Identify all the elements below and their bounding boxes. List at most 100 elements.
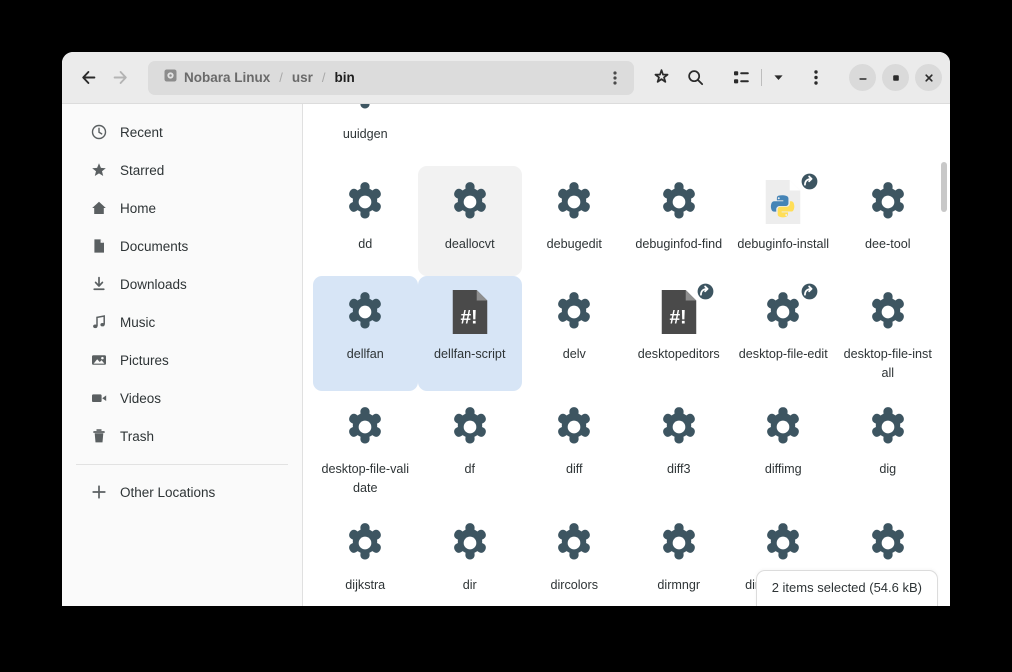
sidebar-item-label: Videos (120, 390, 162, 406)
sidebar-item-label: Pictures (120, 352, 169, 368)
close-button[interactable] (915, 64, 942, 91)
file-item-diff3[interactable]: diff3 (627, 391, 732, 506)
file-item-dee-tool[interactable]: dee-tool (836, 166, 941, 276)
breadcrumb-item-0[interactable]: Nobara Linux (158, 67, 276, 89)
back-button[interactable] (72, 62, 104, 94)
sidebar-item-label: Documents (120, 238, 189, 254)
gear-icon (558, 292, 591, 329)
file-icon (548, 104, 600, 118)
file-label: df (464, 462, 475, 477)
star-location-button[interactable] (644, 61, 678, 95)
home-icon (90, 200, 107, 217)
file-item-desktopeditors[interactable]: #! desktopeditors (627, 276, 732, 391)
gear-icon (453, 522, 486, 560)
file-item[interactable] (836, 104, 941, 166)
vertical-scrollbar[interactable] (941, 162, 947, 212)
sidebar-item-pictures[interactable]: Pictures (68, 341, 296, 379)
file-item-desktop-file-edit[interactable]: desktop-file-edit (731, 276, 836, 391)
file-label: dee-tool (864, 237, 911, 251)
file-icon (548, 286, 600, 338)
file-item-dellfan[interactable]: dellfan (313, 276, 418, 392)
main-menu-button[interactable] (799, 61, 833, 95)
file-icon (653, 176, 705, 228)
file-label: dd (358, 237, 373, 251)
sidebar-item-label: Starred (120, 162, 165, 178)
file-icon (862, 517, 914, 569)
breadcrumb-label: Nobara Linux (184, 70, 271, 85)
file-label: deallocvt (444, 237, 495, 251)
path-options-button[interactable] (602, 65, 628, 91)
file-icon (444, 176, 496, 228)
file-item-delv[interactable]: delv (522, 276, 627, 391)
file-item-dirmngr[interactable]: dirmngr (627, 507, 732, 606)
symlink-emblem (800, 172, 819, 191)
sidebar-item-label: Home (120, 200, 157, 216)
view-mode-button[interactable] (724, 61, 758, 95)
file-item[interactable] (627, 104, 732, 166)
sidebar-item-videos[interactable]: Videos (68, 379, 296, 417)
file-item-deallocvt[interactable]: deallocvt (417, 166, 522, 276)
file-item-debuginfo-install[interactable]: debuginfo-install (731, 166, 836, 276)
file-icon: #! (444, 286, 496, 338)
file-item-diff[interactable]: diff (522, 391, 627, 506)
file-label: desktop-file-install (843, 347, 932, 381)
maximize-icon (892, 74, 899, 81)
file-icon (444, 104, 496, 118)
file-item-df[interactable]: df (418, 391, 523, 506)
breadcrumb-label: usr (291, 70, 313, 85)
sidebar-item-downloads[interactable]: Downloads (68, 265, 296, 303)
gear-icon (349, 522, 382, 560)
file-item-dijkstra[interactable]: dijkstra (313, 507, 418, 606)
file-item[interactable] (522, 104, 627, 166)
forward-button[interactable] (104, 62, 136, 94)
file-item-dig[interactable]: dig (836, 391, 941, 506)
file-item[interactable] (731, 104, 836, 166)
sidebar-item-other-locations[interactable]: Other Locations (68, 473, 296, 511)
maximize-button[interactable] (882, 64, 909, 91)
sidebar-item-recent[interactable]: Recent (68, 113, 296, 151)
file-icon (339, 104, 391, 118)
python-icon (766, 179, 801, 225)
search-icon (687, 70, 703, 86)
file-label: dircolors (550, 577, 599, 592)
sidebar-item-trash[interactable]: Trash (68, 417, 296, 455)
file-item-debugedit[interactable]: debugedit (522, 166, 627, 276)
breadcrumb-item-2[interactable]: bin (329, 68, 361, 87)
file-label: dellfan-script (434, 347, 506, 361)
file-item-dellfan-script[interactable]: #! dellfan-script (417, 276, 522, 392)
file-item[interactable] (418, 104, 523, 166)
sidebar-item-music[interactable]: Music (68, 303, 296, 341)
file-item-diffimg[interactable]: diffimg (731, 391, 836, 506)
chevron-down-icon (773, 75, 783, 80)
file-icon (757, 104, 809, 118)
file-label: dirmngr (657, 577, 701, 592)
file-grid-area: uuidgen dd deallocvt debugedit debuginfo… (303, 104, 950, 606)
gear-icon (349, 182, 382, 219)
search-button[interactable] (678, 61, 712, 95)
view-mode-dropdown[interactable] (765, 61, 791, 95)
file-label: debuginfod-find (635, 237, 723, 251)
breadcrumb-item-1[interactable]: usr (286, 68, 319, 87)
file-item-dd[interactable]: dd (313, 166, 418, 276)
gear-icon (662, 182, 695, 219)
file-label: dig (879, 462, 897, 477)
file-item-uuidgen[interactable]: uuidgen (313, 104, 418, 166)
plus-icon (90, 484, 107, 501)
file-label: delv (562, 347, 586, 361)
sidebar-item-home[interactable]: Home (68, 189, 296, 227)
star-outline-icon (654, 69, 668, 83)
file-icon (862, 176, 914, 228)
minimize-button[interactable] (849, 64, 876, 91)
file-item-dir[interactable]: dir (418, 507, 523, 606)
gear-icon (767, 522, 800, 560)
file-label: dir (462, 577, 477, 592)
file-item-desktop-file-install[interactable]: desktop-file-install (836, 276, 941, 391)
sidebar-item-documents[interactable]: Documents (68, 227, 296, 265)
file-item-desktop-file-validate[interactable]: desktop-file-validate (313, 391, 418, 506)
file-label: uuidgen (342, 127, 388, 141)
file-item-dircolors[interactable]: dircolors (522, 507, 627, 606)
svg-text:#!: #! (460, 308, 477, 329)
file-item-debuginfod-find[interactable]: debuginfod-find (627, 166, 732, 276)
sidebar-item-starred[interactable]: Starred (68, 151, 296, 189)
download-icon (90, 276, 107, 293)
